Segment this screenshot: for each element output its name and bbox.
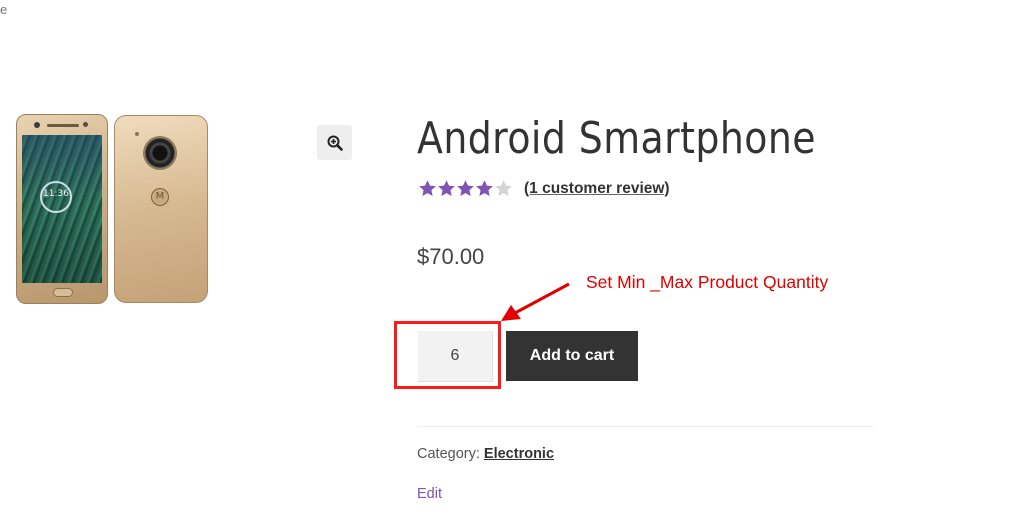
quantity-input[interactable] [418, 331, 493, 382]
earpiece [47, 124, 79, 127]
product-gallery[interactable]: 11:36 M [14, 114, 210, 306]
phone-screen: 11:36 [22, 135, 102, 283]
fingerprint-button [53, 288, 73, 297]
phone-front-image: 11:36 [16, 114, 108, 304]
flash [135, 132, 139, 136]
rear-camera [143, 136, 177, 170]
star-filled-icon [419, 180, 436, 197]
product-meta: Category: Electronic [417, 446, 554, 462]
product-title: Android Smartphone [417, 113, 816, 164]
customer-review-link[interactable]: (1 customer review) [524, 180, 670, 198]
star-filled-icon [457, 180, 474, 197]
annotation-arrow [501, 282, 570, 321]
zoom-button[interactable] [317, 125, 352, 160]
phone-back-image: M [114, 115, 208, 303]
product-price: $70.00 [417, 244, 485, 269]
sensor [83, 122, 88, 127]
brand-logo-icon: M [151, 188, 169, 206]
lock-screen-clock: 11:36 [43, 189, 69, 199]
star-filled-icon [438, 180, 455, 197]
edge-text-fragment: e [0, 2, 8, 17]
product-rating: (1 customer review) [418, 179, 670, 198]
star-filled-icon [476, 180, 493, 197]
category-label: Category: [417, 446, 480, 462]
front-camera [34, 122, 40, 128]
meta-divider [417, 426, 873, 427]
category-link[interactable]: Electronic [484, 446, 554, 462]
add-to-cart-button[interactable]: Add to cart [506, 331, 638, 381]
edit-link[interactable]: Edit [417, 486, 442, 502]
annotation-label: Set Min _Max Product Quantity [586, 272, 829, 292]
star-rating [418, 179, 513, 198]
magnifier-plus-icon [327, 135, 343, 151]
star-empty-icon [495, 180, 512, 197]
